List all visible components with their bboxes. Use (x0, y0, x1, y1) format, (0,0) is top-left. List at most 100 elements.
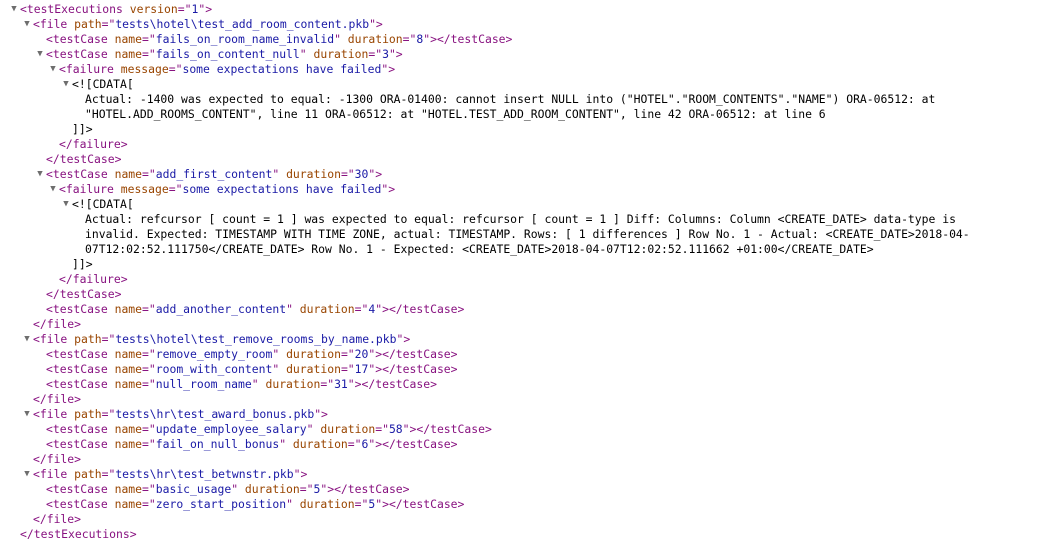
punct: > (403, 332, 411, 346)
attribute-name: version (129, 2, 178, 16)
failure-close-tag: </failure> (0, 272, 1041, 287)
punct: =" (320, 377, 335, 391)
expanded-triangle-icon[interactable]: ▼ (22, 407, 32, 422)
punct: =" (142, 482, 156, 496)
expanded-triangle-icon[interactable]: ▼ (61, 197, 71, 212)
attribute-name: duration (286, 362, 341, 376)
closing-tag: ></testCase> (409, 422, 492, 436)
punct: =" (142, 167, 156, 181)
punct: =" (142, 47, 156, 61)
attribute-value: zero_start_position (155, 497, 287, 511)
cdata-text: 07T12:02:52.111750</CREATE_DATE> Row No.… (85, 242, 874, 256)
attribute-name: name (114, 377, 143, 391)
punct: > (375, 167, 383, 181)
cdata-close: ]]> (0, 122, 1041, 137)
expanded-triangle-icon[interactable]: ▼ (22, 17, 32, 32)
testcase-element: <testCase name="zero_start_position" dur… (0, 497, 1041, 512)
expanded-triangle-icon[interactable]: ▼ (48, 182, 58, 197)
cdata-open-text: <![CDATA[ (72, 197, 134, 211)
file-open-tag: ▼ <file path="tests\hotel\test_add_room_c… (0, 17, 1041, 32)
punct: > (388, 182, 396, 196)
testcase-element: <testCase name="remove_empty_room" durat… (0, 347, 1041, 362)
closing-tag: </testExecutions> (20, 527, 137, 541)
punct: =" (101, 332, 116, 346)
attribute-name: name (114, 422, 143, 436)
attribute-name: duration (347, 32, 403, 46)
punct: " (388, 47, 396, 61)
closing-tag: </failure> (59, 137, 128, 151)
cdata-text-line: "HOTEL.ADD_ROOMS_CONTENT", line 11 ORA-0… (0, 107, 1041, 122)
attribute-value: 17 (354, 362, 369, 376)
testcase-open-tag: ▼ <testCase name="add_first_content" dura… (0, 167, 1041, 182)
testcase-element: <testCase name="null_room_name" duration… (0, 377, 1041, 392)
expanded-triangle-icon[interactable]: ▼ (35, 167, 45, 182)
punct: =" (142, 362, 156, 376)
attribute-value: some expectations have failed (182, 182, 382, 196)
punct: " (334, 32, 341, 46)
closing-tag: ></testCase> (382, 302, 465, 316)
punct: " (251, 377, 259, 391)
attribute-name: path (74, 17, 102, 31)
expanded-triangle-icon[interactable]: ▼ (35, 47, 45, 62)
attribute-name: message (120, 182, 169, 196)
testcase-close-tag: </testCase> (0, 152, 1041, 167)
closing-tag: </file> (33, 452, 82, 466)
attribute-name: duration (299, 497, 355, 511)
attribute-name: duration (286, 347, 341, 361)
cdata-open-text: <![CDATA[ (72, 77, 134, 91)
punct: =" (402, 32, 417, 46)
tag-name: <file (33, 332, 68, 346)
file-close-tag: </file> (0, 452, 1041, 467)
closing-tag: </failure> (59, 272, 128, 286)
expanded-triangle-icon[interactable]: ▼ (48, 62, 58, 77)
punct: > (321, 407, 328, 421)
tag-name: <testCase (46, 377, 108, 391)
attribute-value: add_first_content (155, 167, 273, 181)
punct: > (205, 2, 213, 16)
punct: > (388, 62, 396, 76)
expanded-triangle-icon[interactable]: ▼ (61, 77, 71, 92)
tag-name: <testCase (46, 362, 108, 376)
punct: =" (101, 407, 116, 421)
attribute-value: tests\hr\test_betwnstr.pkb (115, 467, 294, 481)
attribute-name: name (114, 32, 143, 46)
punct: =" (142, 32, 156, 46)
punct: =" (101, 17, 116, 31)
punct: =" (340, 347, 355, 361)
punct: > (375, 17, 383, 31)
expanded-triangle-icon[interactable]: ▼ (9, 2, 19, 17)
punct: =" (340, 362, 355, 376)
tag-name: <testCase (46, 497, 108, 511)
cdata-text-line: 07T12:02:52.111750</CREATE_DATE> Row No.… (0, 242, 1041, 257)
attribute-value: 58 (388, 422, 403, 436)
file-close-tag: </file> (0, 392, 1041, 407)
cdata-open: ▼ <![CDATA[ (0, 197, 1041, 212)
punct: =" (354, 302, 369, 316)
failure-open-tag: ▼ <failure message="some expectations hav… (0, 62, 1041, 77)
closing-tag: ></testCase> (382, 497, 465, 511)
attribute-value: null_room_name (155, 377, 252, 391)
attribute-name: name (114, 167, 143, 181)
cdata-open: ▼ <![CDATA[ (0, 77, 1041, 92)
punct: =" (354, 497, 369, 511)
cdata-text: "HOTEL.ADD_ROOMS_CONTENT", line 11 ORA-0… (85, 107, 826, 121)
expanded-triangle-icon[interactable]: ▼ (22, 467, 32, 482)
testcase-close-tag: </testCase> (0, 287, 1041, 302)
punct: > (395, 47, 403, 61)
punct: =" (177, 2, 192, 16)
root-open-tag: ▼ <testExecutions version="1"> (0, 2, 1041, 17)
attribute-value: update_employee_salary (155, 422, 307, 436)
testcase-open-tag: ▼ <testCase name="fails_on_content_null" … (0, 47, 1041, 62)
expanded-triangle-icon[interactable]: ▼ (22, 332, 32, 347)
tag-name: <file (33, 407, 68, 421)
